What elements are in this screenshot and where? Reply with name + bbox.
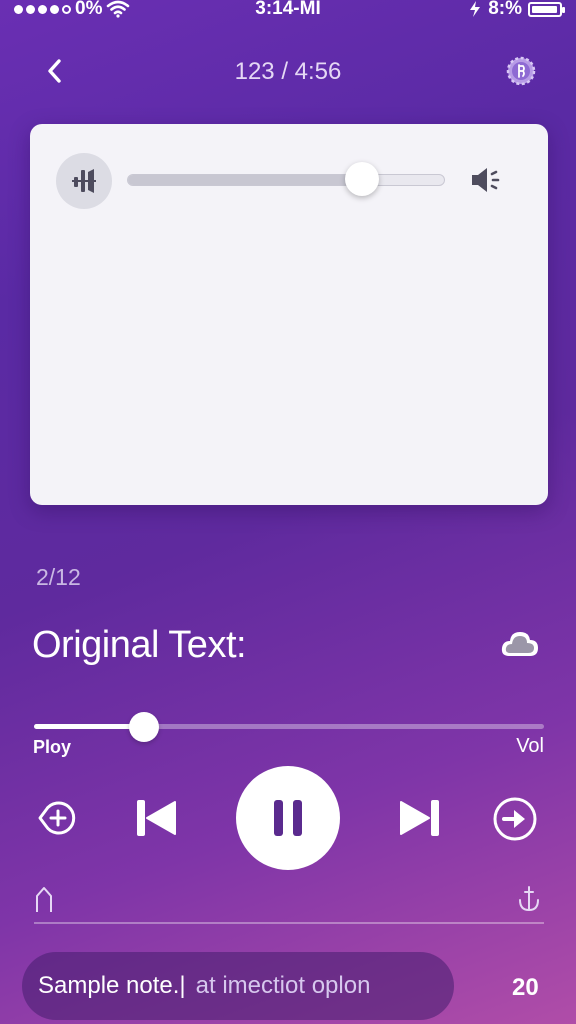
page-counter: 2/12 — [36, 564, 81, 590]
status-right: 8:% — [468, 0, 565, 20]
settings-icon — [506, 56, 536, 86]
card-volume-thumb[interactable] — [345, 162, 379, 196]
speaker-icon[interactable] — [468, 164, 504, 196]
page-title: 123 / 4:56 — [234, 58, 342, 85]
volume-label: Vol — [516, 735, 544, 757]
card-volume-track[interactable] — [127, 174, 445, 186]
playback-progress[interactable] — [34, 712, 544, 742]
note-hint: at imectiot oplon — [195, 972, 371, 999]
player-controls — [0, 766, 576, 870]
charging-icon — [470, 1, 481, 17]
play-pause-button[interactable] — [236, 766, 340, 870]
original-text-label: Original Text: — [32, 624, 247, 666]
text-size-icon[interactable] — [34, 884, 54, 914]
skip-previous-icon — [137, 800, 176, 836]
play-label: Ploy — [33, 737, 72, 757]
next-button[interactable] — [396, 794, 444, 842]
nav-bar: 123 / 4:56 — [0, 48, 576, 92]
arrow-right-circle-icon — [493, 797, 537, 841]
pause-icon — [274, 800, 302, 836]
progress-fill — [34, 724, 144, 729]
note-count: 20 — [512, 974, 539, 1001]
previous-button[interactable] — [132, 794, 180, 842]
audio-bars-icon — [72, 169, 96, 193]
anchor-icon[interactable] — [516, 884, 542, 914]
text-card — [30, 124, 548, 505]
audio-bars-button[interactable] — [56, 153, 112, 209]
progress-thumb[interactable] — [129, 712, 159, 742]
battery-text: 8:% — [488, 0, 522, 19]
settings-button[interactable] — [504, 54, 538, 88]
card-volume-fill — [128, 175, 363, 185]
add-circle-icon — [38, 801, 76, 835]
battery-icon — [528, 1, 565, 17]
status-bar: 0% 3:14-MI 8:% — [0, 0, 576, 22]
battery-fill — [532, 5, 557, 13]
cloud-icon[interactable] — [499, 626, 541, 662]
forward-button[interactable] — [492, 796, 538, 842]
rewind-button[interactable] — [34, 796, 78, 840]
note-value: Sample note.| — [38, 972, 186, 999]
note-input[interactable]: Sample note.| at imectiot oplon — [22, 952, 454, 1020]
skip-next-icon — [400, 800, 439, 836]
divider — [34, 922, 544, 924]
